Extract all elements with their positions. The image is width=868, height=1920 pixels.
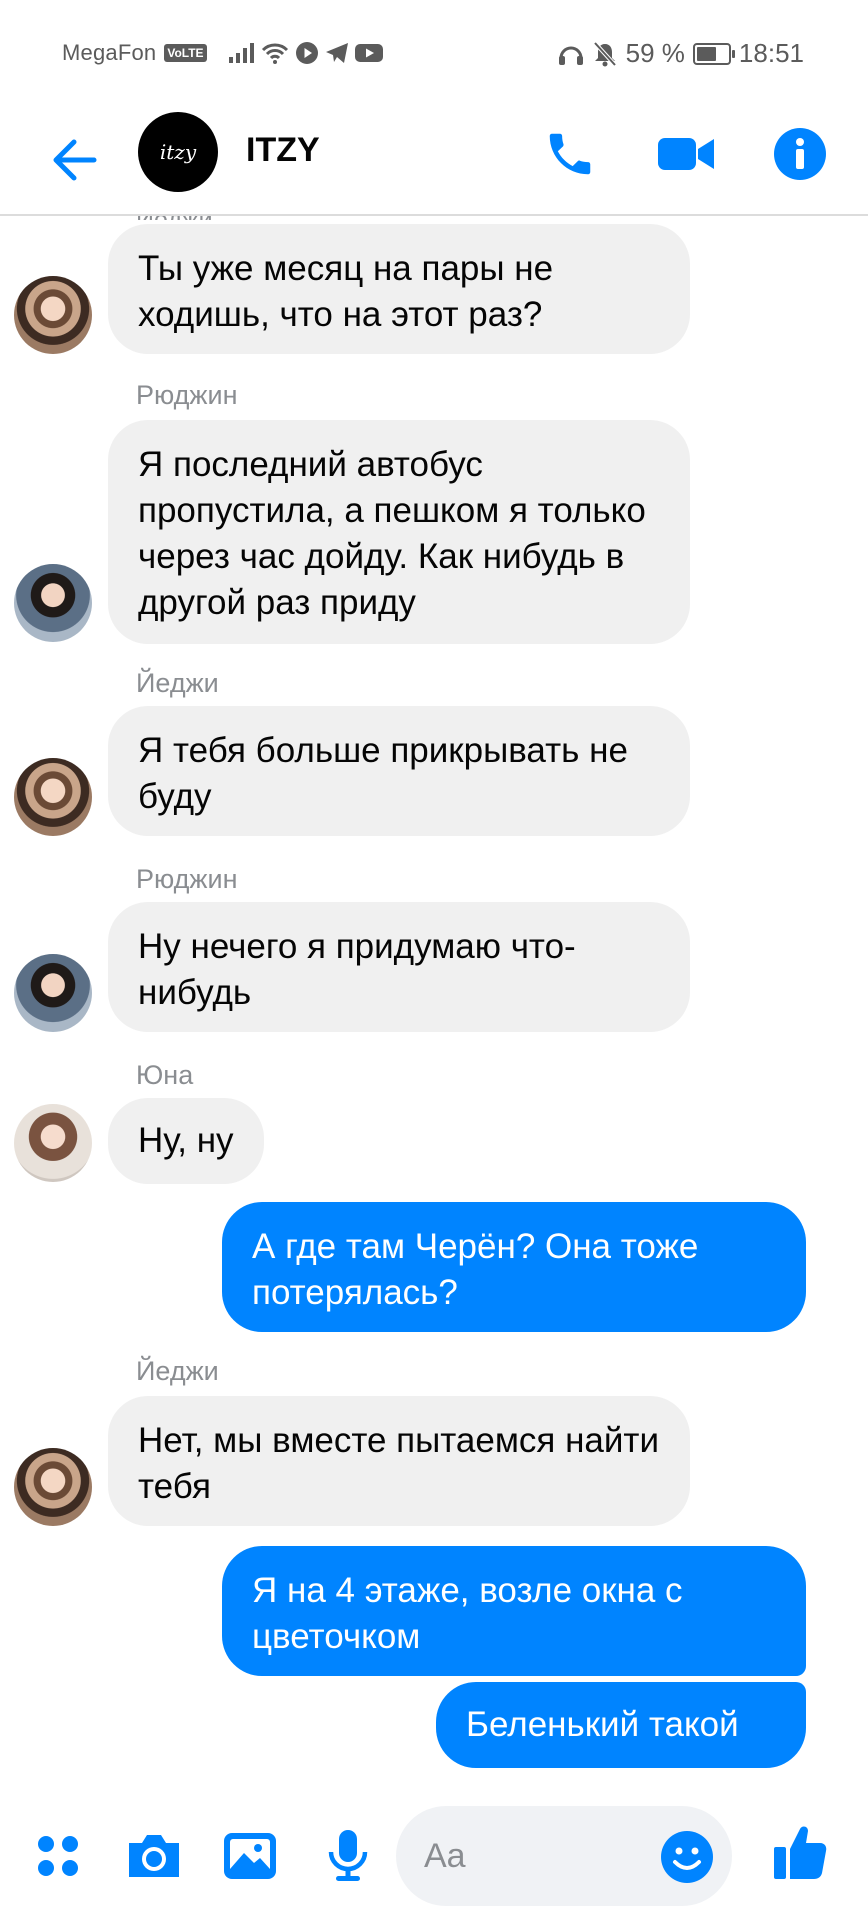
status-bar: MegaFon VoLTE 59 % 18:51 [0,0,868,104]
message-text: Ну, ну [138,1121,234,1160]
call-button[interactable] [538,122,602,186]
message-text: Беленький такой [466,1705,739,1744]
youtube-icon [354,44,383,62]
wifi-icon [261,43,288,64]
headphones-icon [558,46,583,65]
message-input[interactable] [424,1830,624,1882]
thumbs-up-icon [774,1826,827,1879]
outgoing-message-bubble[interactable]: Я на 4 этаже, возле окна с цветочком [222,1546,806,1676]
message-text: А где там Черён? Она тоже потерялась? [252,1227,699,1312]
message-text: Я на 4 этаже, возле окна с цветочком [252,1571,683,1656]
like-button[interactable] [770,1822,830,1882]
apps-icon [38,1836,78,1876]
microphone-icon [328,1830,368,1881]
back-arrow-icon [53,139,97,181]
sender-name: Йеджи [136,668,219,698]
group-avatar-text: itzy [159,140,197,164]
message-text: Я тебя больше прикрывать не буду [138,731,628,816]
avatar-yeji[interactable] [14,758,92,836]
gallery-icon [224,1833,276,1879]
battery-percent: 59 % [625,38,685,68]
camera-icon [129,1835,179,1877]
sender-name: Рюджин [136,864,238,894]
sender-name-partial: Йеджи [136,216,213,220]
composer-bar [0,1786,868,1920]
message-list[interactable]: Йеджи Ты уже месяц на пары не ходишь, чт… [0,216,868,1786]
phone-icon [549,133,591,175]
avatar-yeji[interactable] [14,276,92,354]
volte-badge: VoLTE [164,44,207,62]
gallery-button[interactable] [220,1826,280,1886]
camera-button[interactable] [124,1826,184,1886]
carrier-name: MegaFon [62,40,157,65]
message-bubble[interactable]: Нет, мы вместе пытаемся найти тебя [108,1396,690,1526]
conversation-header: itzy ITZY [0,104,868,216]
signal-icon [228,43,254,63]
avatar-ryujin[interactable] [14,564,92,642]
message-bubble[interactable]: Ну, ну [108,1098,264,1184]
message-bubble[interactable]: Я последний автобус пропустила, а пешком… [108,420,690,644]
group-avatar[interactable]: itzy [138,112,218,192]
video-icon [658,138,714,170]
clock: 18:51 [738,38,804,68]
muted-bell-icon [593,41,617,66]
message-bubble[interactable]: Ты уже месяц на пары не ходишь, что на э… [108,224,690,354]
video-call-button[interactable] [654,122,718,186]
message-text: Нет, мы вместе пытаемся найти тебя [138,1421,660,1506]
sender-name: Юна [136,1060,194,1090]
battery-icon [692,42,735,65]
avatar-yeji[interactable] [14,1448,92,1526]
emoji-icon[interactable] [660,1830,714,1884]
sender-name: Йеджи [136,1356,219,1386]
message-input-container[interactable] [396,1806,732,1906]
avatar-yuna[interactable] [14,1104,92,1182]
outgoing-message-bubble[interactable]: Беленький такой [436,1682,806,1768]
telegram-icon [325,43,348,63]
sender-name: Рюджин [136,380,238,410]
info-button[interactable] [768,122,832,186]
conversation-title[interactable]: ITZY [246,128,320,172]
back-button[interactable] [44,130,104,190]
message-text: Ну нечего я придумаю что-нибудь [138,927,576,1012]
info-icon [774,128,826,180]
message-bubble[interactable]: Я тебя больше прикрывать не буду [108,706,690,836]
message-text: Я последний автобус пропустила, а пешком… [138,445,646,622]
avatar-ryujin[interactable] [14,954,92,1032]
message-bubble[interactable]: Ну нечего я придумаю что-нибудь [108,902,690,1032]
outgoing-message-bubble[interactable]: А где там Черён? Она тоже потерялась? [222,1202,806,1332]
apps-button[interactable] [28,1826,88,1886]
play-circle-icon [295,42,318,64]
voice-button[interactable] [318,1826,378,1886]
message-text: Ты уже месяц на пары не ходишь, что на э… [138,249,554,334]
